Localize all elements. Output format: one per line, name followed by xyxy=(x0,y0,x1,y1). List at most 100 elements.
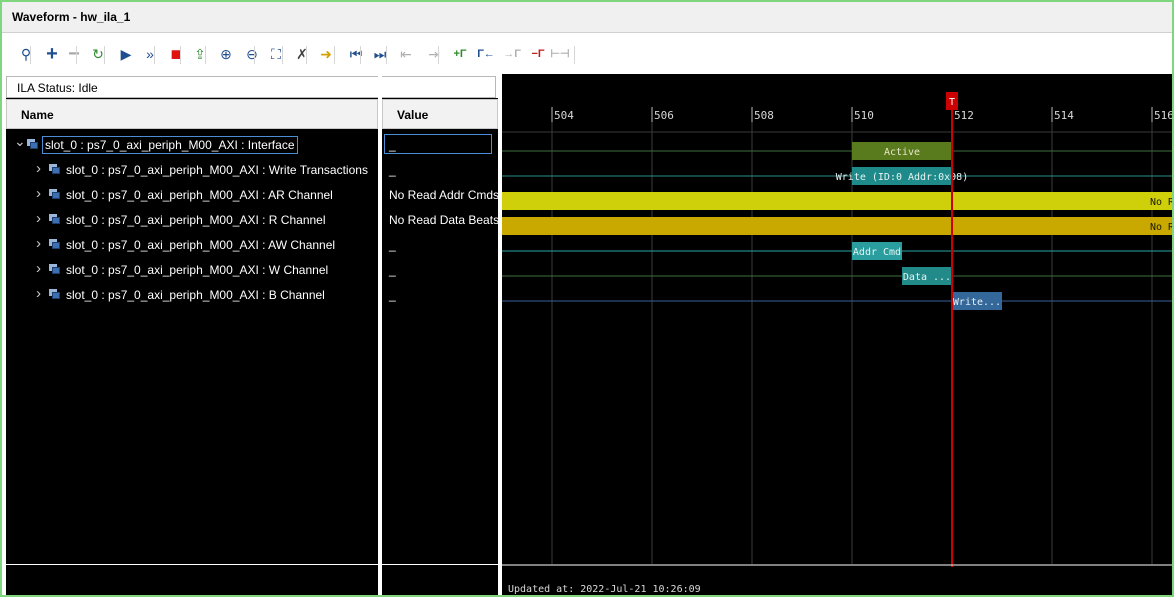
signal-row[interactable]: ⌄ slot_0 : ps7_0_axi_periph_M00_AXI : Int… xyxy=(6,132,378,157)
chevron-right-icon[interactable]: › xyxy=(36,260,41,277)
signal-row[interactable]: › slot_0 : ps7_0_axi_periph_M00_AXI : W C… xyxy=(6,257,378,282)
signal-value-list: _ _ No Read Addr Cmds No Read Data Beats _ _ _ xyxy=(382,129,498,595)
signal-row[interactable]: › slot_0 : ps7_0_axi_periph_M00_AXI : AR … xyxy=(6,182,378,207)
transaction-segment-label: Addr Cmd xyxy=(853,247,901,258)
chevron-down-icon[interactable]: ⌄ xyxy=(14,133,26,150)
run-trigger-icon[interactable]: ▶ xyxy=(114,42,138,66)
go-to-end-icon[interactable]: ⏭ xyxy=(368,42,392,66)
value-pane-footer-divider xyxy=(382,564,498,565)
search-icon[interactable]: ⚲ xyxy=(14,42,38,66)
toolbar-separator xyxy=(306,46,307,64)
signal-name-label: slot_0 : ps7_0_axi_periph_M00_AXI : R Ch… xyxy=(66,213,326,227)
chevron-right-icon[interactable]: › xyxy=(36,235,41,252)
go-to-start-icon[interactable]: ⏮ xyxy=(344,42,368,66)
signal-name-label: slot_0 : ps7_0_axi_periph_M00_AXI : AR C… xyxy=(66,188,333,202)
chevron-right-icon[interactable]: › xyxy=(36,210,41,227)
toolbar-separator xyxy=(386,46,387,64)
value-column-header[interactable]: Value xyxy=(382,99,498,129)
chevron-right-icon[interactable]: › xyxy=(36,160,41,177)
bus-interface-icon xyxy=(27,139,39,150)
transaction-segment-label: Active xyxy=(884,147,920,158)
time-tick-label: 504 xyxy=(554,109,574,122)
toolbar-separator xyxy=(154,46,155,64)
name-column-header[interactable]: Name xyxy=(6,99,378,129)
marker-cursor-icon[interactable]: ✗ xyxy=(290,42,314,66)
waveform-canvas[interactable]: 504 506 508 510 512 514 516 Active Write (ID:0 A… xyxy=(502,74,1172,595)
toolbar-separator xyxy=(254,46,255,64)
bus-interface-icon xyxy=(49,214,61,225)
signal-value-cell: No Read Data Beats xyxy=(389,213,498,227)
window-title: Waveform - hw_ila_1 xyxy=(12,10,131,24)
add-marker-icon[interactable]: +Γ xyxy=(448,42,472,66)
signal-value-cell: No Read Addr Cmds xyxy=(389,188,498,202)
signal-value-cell: _ xyxy=(384,134,492,154)
waveform-window: Waveform - hw_ila_1 ⚲ + − ↻ ▶» ■ ⇪ ⊕ ⊖ ⛶ ✗ ➜ ⏮ ⏭ ⇤ ⇥ +Γ Γ… xyxy=(0,0,1174,597)
transaction-segment-label: Data ... xyxy=(903,272,951,283)
signal-name-label: slot_0 : ps7_0_axi_periph_M00_AXI : AW C… xyxy=(66,238,336,252)
toolbar-separator xyxy=(205,46,206,64)
time-tick-label: 510 xyxy=(854,109,874,122)
bus-interface-icon xyxy=(49,239,61,250)
next-transition-icon[interactable]: ⇥ xyxy=(422,42,446,66)
signal-name-list: ⌄ slot_0 : ps7_0_axi_periph_M00_AXI : Int… xyxy=(6,129,378,595)
add-icon[interactable]: + xyxy=(40,42,64,66)
remove-marker-icon[interactable]: −Γ xyxy=(526,42,550,66)
export-icon[interactable]: ⇪ xyxy=(188,42,212,66)
previous-transition-icon[interactable]: ⇤ xyxy=(394,42,418,66)
ila-status-text: ILA Status: Idle xyxy=(17,81,98,95)
name-column-header-label: Name xyxy=(21,108,54,122)
ila-status-box: ILA Status: Idle xyxy=(6,76,496,98)
next-marker-icon[interactable]: →Γ xyxy=(500,42,524,66)
toolbar-separator xyxy=(574,46,575,64)
ila-status-row: ILA Status: Idle xyxy=(2,74,498,98)
toolbar-separator xyxy=(30,46,31,64)
bus-interface-icon xyxy=(49,289,61,300)
transaction-segment-label: Write... xyxy=(953,297,1001,308)
toolbar-separator xyxy=(334,46,335,64)
transaction-segment-label: Write (ID:0 Addr:0x08) xyxy=(836,172,968,183)
signal-row[interactable]: › slot_0 : ps7_0_axi_periph_M00_AXI : B C… xyxy=(6,282,378,307)
signal-value-cell: _ xyxy=(389,263,396,277)
signal-row[interactable]: › slot_0 : ps7_0_axi_periph_M00_AXI : AW … xyxy=(6,232,378,257)
signal-row[interactable]: › slot_0 : ps7_0_axi_periph_M00_AXI : R C… xyxy=(6,207,378,232)
signal-row[interactable]: › slot_0 : ps7_0_axi_periph_M00_AXI : Wri… xyxy=(6,157,378,182)
swap-cursors-icon[interactable]: ⊢⊣ xyxy=(548,42,572,66)
transaction-segment[interactable] xyxy=(502,192,1172,210)
chevron-right-icon[interactable]: › xyxy=(36,185,41,202)
signal-value-cell: _ xyxy=(389,238,396,252)
toolbar-separator xyxy=(180,46,181,64)
time-tick-label: 506 xyxy=(654,109,674,122)
previous-marker-icon[interactable]: Γ← xyxy=(474,42,498,66)
toolbar: ⚲ + − ↻ ▶» ■ ⇪ ⊕ ⊖ ⛶ ✗ ➜ ⏮ ⏭ ⇤ ⇥ +Γ Γ← →Γ −Γ ⊢⊣ xyxy=(2,33,1172,75)
transaction-segment[interactable] xyxy=(502,217,1172,235)
value-column-header-label: Value xyxy=(397,108,429,122)
signal-name-label: slot_0 : ps7_0_axi_periph_M00_AXI : W Ch… xyxy=(66,263,329,277)
time-tick-label: 516 xyxy=(1154,109,1172,122)
signal-value-cell: _ xyxy=(389,288,396,302)
window-title-bar: Waveform - hw_ila_1 xyxy=(2,2,1172,33)
run-trigger-continuous-icon[interactable]: » xyxy=(138,42,162,66)
trigger-marker-label: T xyxy=(949,97,955,108)
updated-timestamp: Updated at: 2022-Jul-21 10:26:09 xyxy=(508,584,701,595)
run-trigger-immediate-icon[interactable]: ↻ xyxy=(86,42,110,66)
transaction-segment-label: No R xyxy=(1150,222,1172,233)
bus-interface-icon xyxy=(49,189,61,200)
waveform-viewer[interactable]: 504 506 508 510 512 514 516 Active Write (ID:0 A… xyxy=(502,74,1172,595)
chevron-right-icon[interactable]: › xyxy=(36,285,41,302)
zoom-fit-icon[interactable]: ⛶ xyxy=(264,42,288,66)
toolbar-separator xyxy=(360,46,361,64)
signal-value-cell: _ xyxy=(389,163,396,177)
zoom-out-icon[interactable]: ⊖ xyxy=(240,42,264,66)
remove-icon[interactable]: − xyxy=(62,42,86,66)
toolbar-separator xyxy=(282,46,283,64)
signal-name-label: slot_0 : ps7_0_axi_periph_M00_AXI : Inte… xyxy=(42,136,298,154)
name-pane-footer-divider xyxy=(6,564,378,565)
bus-interface-icon xyxy=(49,264,61,275)
stop-trigger-icon[interactable]: ■ xyxy=(164,42,188,66)
time-tick-label: 514 xyxy=(1054,109,1074,122)
zoom-in-icon[interactable]: ⊕ xyxy=(214,42,238,66)
toolbar-separator xyxy=(438,46,439,64)
signal-name-label: slot_0 : ps7_0_axi_periph_M00_AXI : B Ch… xyxy=(66,288,325,302)
transaction-segment-label: No R xyxy=(1150,197,1172,208)
toolbar-separator xyxy=(104,46,105,64)
